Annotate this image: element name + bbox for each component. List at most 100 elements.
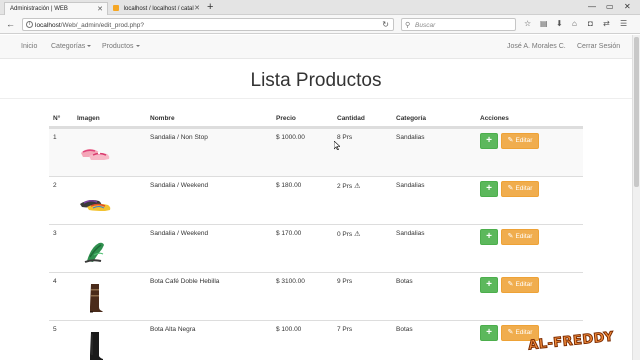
product-category: Botas bbox=[396, 326, 413, 333]
product-category: Sandalias bbox=[396, 134, 425, 141]
header-image: Imagen bbox=[77, 115, 100, 122]
pencil-icon: ✎ bbox=[507, 185, 514, 192]
header-quantity: Cantidad bbox=[337, 115, 365, 122]
new-tab-icon[interactable]: + bbox=[207, 1, 213, 14]
add-stock-button[interactable]: + bbox=[480, 325, 498, 341]
table-row: 3 Sandalia / Weekend $ 170.00 0 Prs ⚠ San… bbox=[49, 224, 583, 272]
green-sandal-image bbox=[84, 242, 104, 263]
scrollbar-thumb[interactable] bbox=[634, 37, 639, 187]
header-category: Categoría bbox=[396, 115, 426, 122]
pencil-icon: ✎ bbox=[507, 281, 514, 288]
add-stock-button[interactable]: + bbox=[480, 133, 498, 149]
row-number: 5 bbox=[53, 326, 57, 333]
reload-icon[interactable]: ↻ bbox=[382, 20, 389, 29]
product-category: Sandalias bbox=[396, 230, 425, 237]
edit-button-label: Editar bbox=[515, 137, 533, 144]
minimize-icon[interactable]: — bbox=[588, 1, 596, 13]
browser-tab-phpmyadmin[interactable]: localhost / localhost / catal ✕ bbox=[108, 2, 204, 15]
row-number: 3 bbox=[53, 230, 57, 237]
nav-user-name[interactable]: José A. Morales C. bbox=[507, 43, 566, 50]
header-name: Nombre bbox=[150, 115, 175, 122]
home-icon[interactable]: ⌂ bbox=[572, 19, 577, 29]
url-host: localhost bbox=[35, 22, 61, 29]
product-price: $ 100.00 bbox=[276, 326, 302, 333]
warning-icon: ⚠ bbox=[354, 183, 361, 190]
back-arrow-icon[interactable]: ← bbox=[6, 19, 15, 29]
nav-products-label: Productos bbox=[102, 43, 134, 50]
page-scrollbar[interactable] bbox=[632, 35, 640, 360]
close-tab-icon[interactable]: ✕ bbox=[97, 5, 103, 13]
close-tab-icon[interactable]: ✕ bbox=[194, 4, 200, 12]
menu-icon[interactable]: ☰ bbox=[620, 19, 627, 29]
quantity-value: 0 Prs bbox=[337, 231, 353, 238]
quantity-value: 9 Prs bbox=[337, 278, 353, 285]
browser-toolbar: ← i localhost/Web/_admin/edit_prod.php? … bbox=[0, 15, 640, 34]
tab-title: localhost / localhost / catal bbox=[123, 6, 194, 12]
site-info-icon[interactable]: i bbox=[26, 21, 33, 28]
product-name: Bota Alta Negra bbox=[150, 326, 196, 333]
header-price: Precio bbox=[276, 115, 296, 122]
nav-logout-link[interactable]: Cerrar Sesión bbox=[577, 43, 620, 50]
products-table: N° Imagen Nombre Precio Cantidad Categor… bbox=[49, 112, 583, 360]
edit-button[interactable]: ✎ Editar bbox=[501, 277, 539, 293]
table-row: 2 Sandalia / Weekend $ 180.00 2 Prs ⚠ San… bbox=[49, 176, 583, 224]
edit-button[interactable]: ✎ Editar bbox=[501, 133, 539, 149]
pink-sandal-image bbox=[81, 149, 110, 160]
quantity-value: 7 Prs bbox=[337, 326, 353, 333]
multicolor-sandal-image bbox=[80, 199, 111, 211]
row-number: 4 bbox=[53, 278, 57, 285]
page-title: Lista Productos bbox=[250, 70, 382, 91]
bookmark-star-icon[interactable]: ☆ bbox=[524, 19, 531, 29]
product-price: $ 3100.00 bbox=[276, 278, 305, 285]
url-bar[interactable]: i localhost/Web/_admin/edit_prod.php? ↻ bbox=[22, 18, 394, 31]
add-stock-button[interactable]: + bbox=[480, 277, 498, 293]
product-name: Sandalia / Weekend bbox=[150, 230, 209, 237]
browser-tab-bar: Administración | WEB ✕ localhost / local… bbox=[0, 0, 640, 15]
row-number: 2 bbox=[53, 182, 57, 189]
product-price: $ 180.00 bbox=[276, 182, 302, 189]
edit-button-label: Editar bbox=[515, 233, 533, 240]
add-stock-button[interactable]: + bbox=[480, 229, 498, 245]
nav-products-dropdown[interactable]: Productos bbox=[102, 43, 140, 50]
header-actions: Acciones bbox=[480, 115, 509, 122]
site-navbar: Inicio Categorías Productos José A. Mora… bbox=[0, 35, 632, 59]
brown-boot-image bbox=[90, 284, 103, 313]
chevron-down-icon bbox=[135, 45, 140, 47]
search-icon: ⚲ bbox=[405, 22, 411, 29]
web-page: Inicio Categorías Productos José A. Mora… bbox=[0, 35, 632, 360]
edit-button[interactable]: ✎ Editar bbox=[501, 181, 539, 197]
nav-categories-dropdown[interactable]: Categorías bbox=[51, 43, 92, 50]
browser-tab-admin[interactable]: Administración | WEB ✕ bbox=[4, 2, 108, 15]
edit-button[interactable]: ✎ Editar bbox=[501, 229, 539, 245]
title-divider bbox=[0, 98, 632, 99]
sync-icon[interactable]: ⇄ bbox=[603, 19, 610, 29]
pocket-icon[interactable]: ◘ bbox=[588, 19, 593, 29]
mouse-cursor-icon bbox=[334, 141, 340, 150]
pencil-icon: ✎ bbox=[507, 329, 514, 336]
maximize-icon[interactable]: ▭ bbox=[606, 1, 614, 13]
product-category: Botas bbox=[396, 278, 413, 285]
quantity-value: 8 Prs bbox=[337, 134, 353, 141]
quantity-value: 2 Prs bbox=[337, 183, 353, 190]
add-stock-button[interactable]: + bbox=[480, 181, 498, 197]
nav-home-link[interactable]: Inicio bbox=[21, 43, 37, 50]
url-path: /Web/_admin/edit_prod.php? bbox=[60, 22, 145, 29]
header-number: N° bbox=[53, 115, 61, 122]
product-name: Bota Café Doble Hebilla bbox=[150, 278, 220, 285]
search-bar[interactable]: ⚲ Buscar bbox=[401, 18, 516, 31]
window-close-icon[interactable]: ✕ bbox=[624, 1, 631, 13]
chevron-down-icon bbox=[87, 45, 92, 47]
download-icon[interactable]: ⬇ bbox=[556, 19, 563, 29]
product-quantity: 0 Prs ⚠ bbox=[337, 230, 360, 238]
table-row: 1 Sandalia / Non Stop $ 1000.00 8 Prs Sa… bbox=[49, 128, 583, 176]
product-quantity: 8 Prs bbox=[337, 134, 352, 141]
nav-categories-label: Categorías bbox=[51, 43, 86, 50]
table-row: 4 Bota Café Doble Hebilla $ 3100.00 9 Pr… bbox=[49, 272, 583, 320]
table-header: N° Imagen Nombre Precio Cantidad Categor… bbox=[49, 112, 583, 128]
warning-icon: ⚠ bbox=[354, 231, 361, 238]
pencil-icon: ✎ bbox=[507, 137, 514, 144]
reading-list-icon[interactable]: ▤ bbox=[540, 19, 548, 29]
product-quantity: 9 Prs bbox=[337, 278, 352, 285]
product-quantity: 2 Prs ⚠ bbox=[337, 182, 360, 190]
pencil-icon: ✎ bbox=[507, 233, 514, 240]
